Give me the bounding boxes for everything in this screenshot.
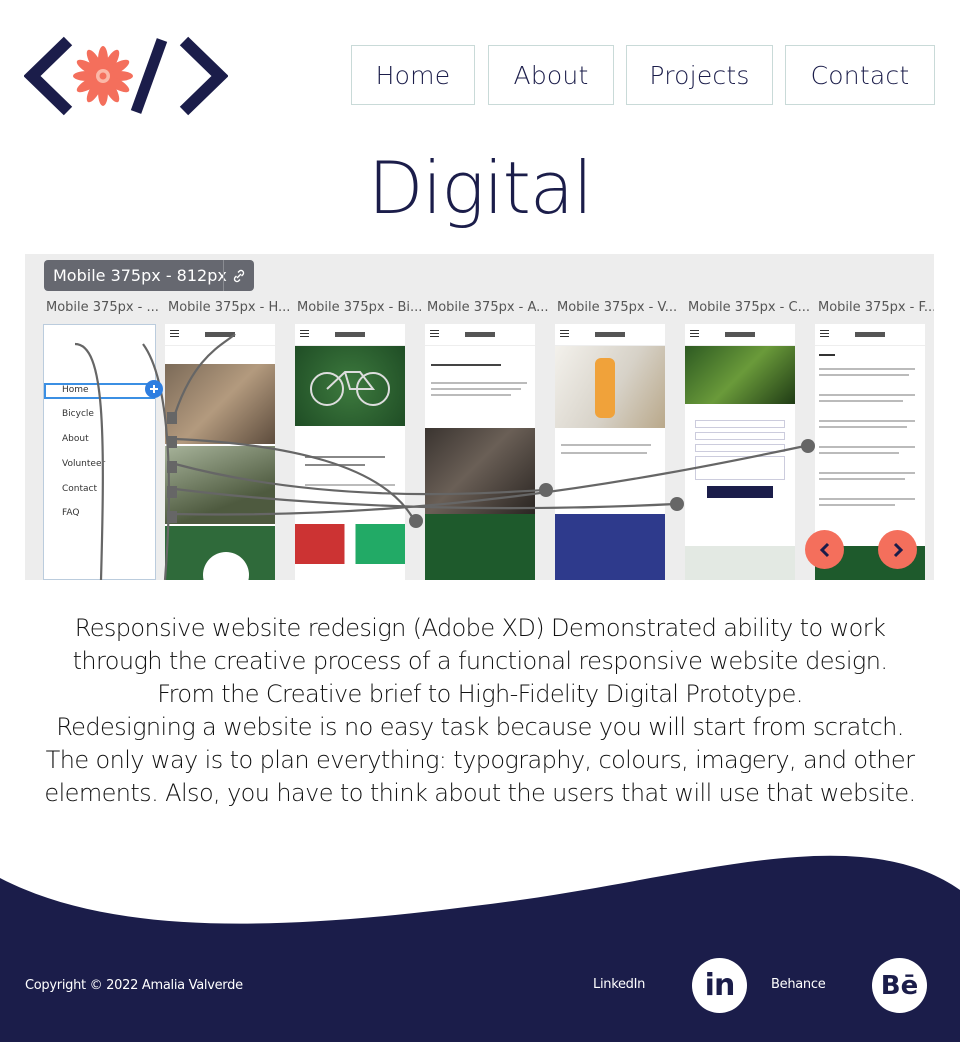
linkedin-link[interactable]: LinkedIn [593,977,645,992]
description-line: The only way is to plan everything: typo… [45,746,915,774]
behance-icon[interactable]: Bē [872,958,927,1013]
description-line: through the creative process of a functi… [72,647,888,675]
flower-icon [73,46,133,106]
page-title: Digital [367,146,593,230]
nav-about-button[interactable]: About [488,45,614,105]
site-logo[interactable] [24,36,228,116]
description-line: Responsive website redesign (Adobe XD) D… [74,614,886,642]
chevron-right-icon [893,542,903,557]
nav-home-button[interactable]: Home [351,45,475,105]
footer-background [0,855,960,1042]
nav-projects-button[interactable]: Projects [626,45,773,105]
carousel-next-button[interactable] [878,530,917,569]
description-line: Redesigning a website is no easy task be… [56,713,904,741]
project-description: Responsive website redesign (Adobe XD) D… [20,612,940,810]
project-carousel[interactable]: Mobile 375px - 812px Mobile 375px - ... … [25,254,934,580]
prototype-wires [74,333,815,580]
chevron-left-icon [819,542,829,557]
copyright-text: Copyright © 2022 Amalia Valverde [25,978,243,993]
description-line: elements. Also, you have to think about … [44,779,916,807]
carousel-prev-button[interactable] [805,530,844,569]
nav-contact-button[interactable]: Contact [785,45,935,105]
linkedin-icon[interactable]: in [692,958,747,1013]
main-nav: Home About Projects Contact [351,45,935,105]
behance-link[interactable]: Behance [771,977,826,992]
description-line: From the Creative brief to High-Fidelity… [157,680,803,708]
